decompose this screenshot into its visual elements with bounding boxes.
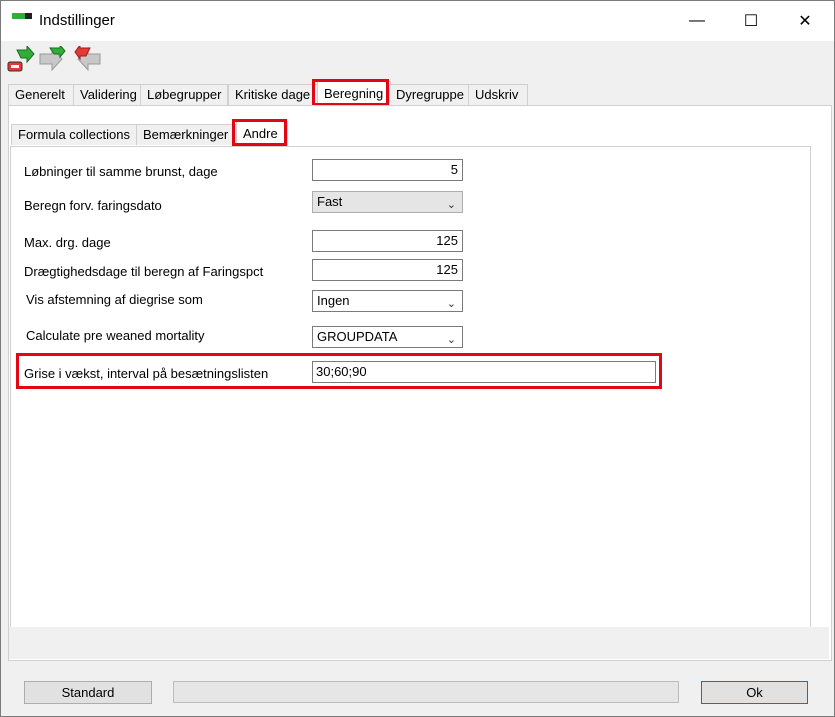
maximize-button[interactable]: ☐	[728, 1, 774, 41]
beregn-forv-label: Beregn forv. faringsdato	[24, 198, 162, 213]
vis-afstemning-value: Ingen	[317, 293, 350, 308]
beregn-forv-select[interactable]: Fast ⌄	[312, 191, 463, 213]
app-icon	[12, 13, 32, 22]
beregning-tab-highlight	[312, 79, 389, 106]
main-tab-strip: Generelt Validering Løbegrupper Kritiske…	[8, 81, 828, 106]
calc-mortality-select[interactable]: GROUPDATA ⌄	[312, 326, 463, 348]
status-progress-bar	[173, 681, 679, 703]
chevron-down-icon: ⌄	[446, 334, 456, 346]
chevron-down-icon: ⌄	[446, 199, 456, 211]
close-button[interactable]: ✕	[782, 1, 828, 41]
panel-bottom-strip	[9, 627, 829, 659]
tab-dyregruppe[interactable]: Dyregruppe	[389, 84, 469, 105]
save-green-arrow-icon[interactable]	[7, 44, 35, 74]
calc-mortality-label: Calculate pre weaned mortality	[26, 328, 205, 343]
back-red-arrow-icon[interactable]	[74, 43, 101, 74]
tab-udskriv[interactable]: Udskriv	[468, 84, 528, 105]
lobninger-input[interactable]: 5	[312, 159, 463, 181]
lobninger-label: Løbninger til samme brunst, dage	[24, 164, 218, 179]
forward-arrow-icon[interactable]	[38, 43, 66, 74]
draegtighed-input[interactable]: 125	[312, 259, 463, 281]
beregn-forv-value: Fast	[317, 194, 343, 209]
tab-generelt[interactable]: Generelt	[8, 84, 75, 105]
standard-button[interactable]: Standard	[24, 681, 152, 704]
toolbar	[1, 41, 834, 79]
settings-window: Indstillinger — ☐ ✕ Generelt Validering …	[0, 0, 835, 717]
tab-lobegrupper[interactable]: Løbegrupper	[140, 84, 228, 105]
tab-bemaerkninger[interactable]: Bemærkninger	[136, 124, 236, 145]
max-drg-input[interactable]: 125	[312, 230, 463, 252]
andre-tab-highlight	[232, 119, 287, 146]
window-title: Indstillinger	[39, 12, 115, 29]
minimize-button[interactable]: —	[674, 1, 720, 41]
vis-afstemning-label: Vis afstemning af diegrise som	[26, 292, 203, 307]
chevron-down-icon: ⌄	[446, 298, 456, 310]
vis-afstemning-select[interactable]: Ingen ⌄	[312, 290, 463, 312]
tab-formula-collections[interactable]: Formula collections	[11, 124, 137, 145]
sub-tab-strip: Formula collections Bemærkninger Andre	[11, 121, 811, 146]
max-drg-label: Max. drg. dage	[24, 235, 111, 250]
ok-button[interactable]: Ok	[701, 681, 808, 704]
calc-mortality-value: GROUPDATA	[317, 329, 398, 344]
tab-kritiske-dage[interactable]: Kritiske dage	[228, 84, 323, 105]
tab-validering[interactable]: Validering	[73, 84, 145, 105]
draegtighed-label: Drægtighedsdage til beregn af Faringspct	[24, 264, 264, 279]
title-bar: Indstillinger — ☐ ✕	[1, 1, 834, 41]
grise-interval-highlight	[16, 353, 662, 389]
